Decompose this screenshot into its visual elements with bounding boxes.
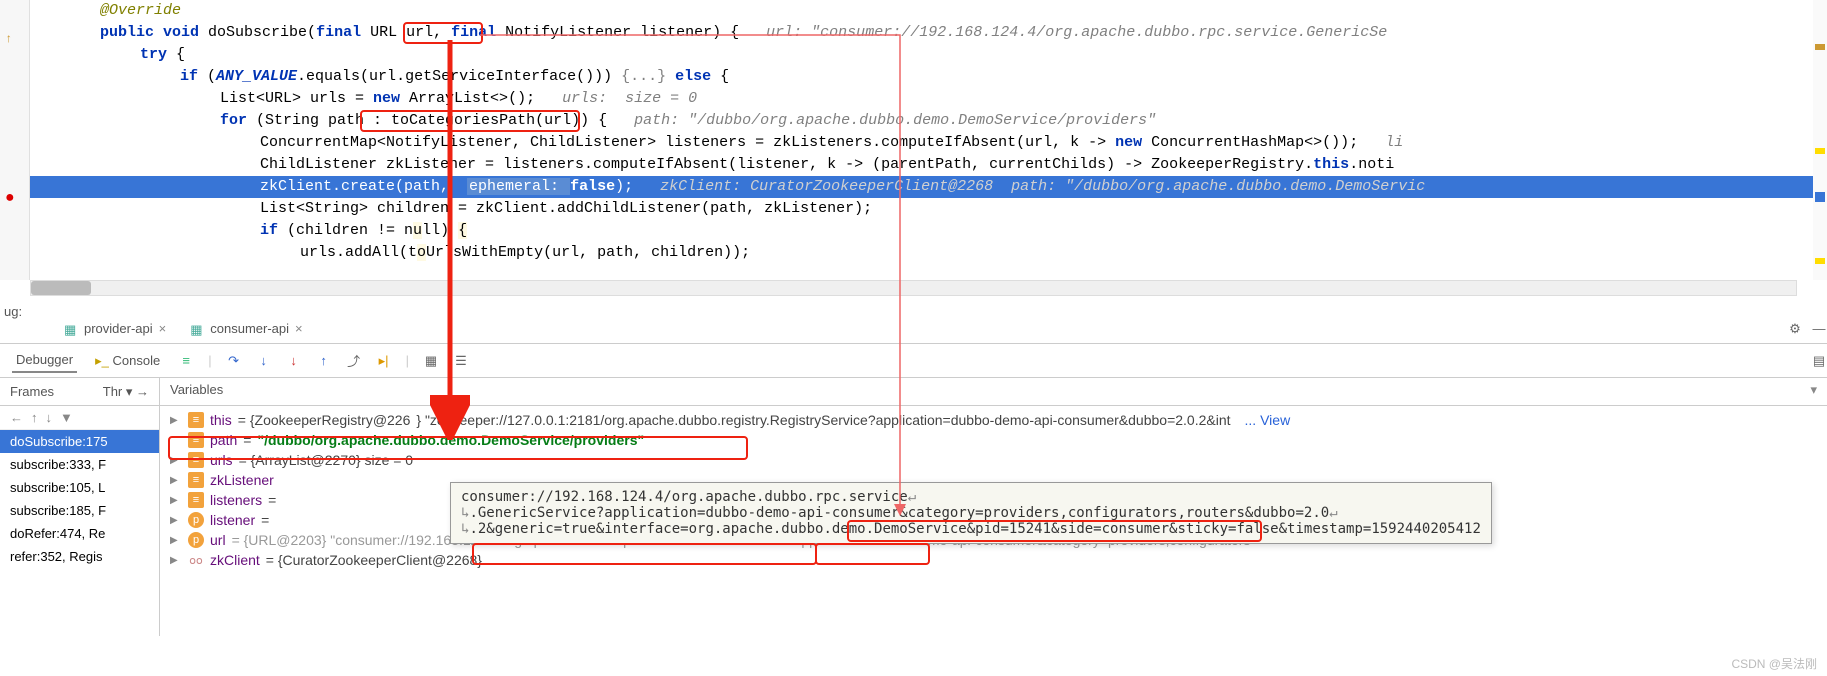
minimize-icon[interactable]: — xyxy=(1811,321,1827,337)
filter-icon[interactable]: ▼ xyxy=(60,410,73,425)
tab-debugger[interactable]: Debugger xyxy=(12,348,77,373)
debug-tabs: ▦ provider-api × ▦ consumer-api × ⚙ — xyxy=(0,314,1827,344)
tab-console[interactable]: ▸_ Console xyxy=(91,349,164,373)
frame-item[interactable]: doSubscribe:175 xyxy=(0,430,159,453)
debug-label: ug: xyxy=(0,300,26,323)
marks-gutter xyxy=(1813,0,1827,280)
run-icon: ▦ xyxy=(190,322,204,336)
frame-item[interactable]: doRefer:474, Re xyxy=(0,522,159,545)
watermark: CSDN @吴法刚 xyxy=(1731,655,1817,672)
var-row-path[interactable]: ≡path = "/dubbo/org.apache.dubbo.demo.De… xyxy=(160,430,1827,450)
tab-consumer-api[interactable]: ▦ consumer-api × xyxy=(182,314,310,343)
trace-icon[interactable]: ☰ xyxy=(453,353,469,369)
breakpoint-icon[interactable]: ● xyxy=(5,187,15,209)
tab-label: provider-api xyxy=(84,321,153,336)
frame-item[interactable]: subscribe:185, F xyxy=(0,499,159,522)
frame-item[interactable]: refer:352, Regis xyxy=(0,545,159,568)
panel-headers: FramesThr ▾ → Variables ▾ xyxy=(0,378,1827,406)
step-over-icon[interactable]: ↷ xyxy=(226,353,242,369)
var-row[interactable]: ▶≡urls = {ArrayList@2270} size = 0 xyxy=(160,450,1827,470)
value-tooltip: consumer://192.168.124.4/org.apache.dubb… xyxy=(450,482,1492,544)
debugger-toolbar: Debugger ▸_ Console ≡ | ↷ ↓ ↓ ↑ ⤴ ▸| | ▦… xyxy=(0,344,1827,378)
threads-icon[interactable]: ≡ xyxy=(178,353,194,369)
code-editor[interactable]: ↑ ● @Override public void doSubscribe(fi… xyxy=(0,0,1827,280)
annotation: @Override xyxy=(100,2,181,19)
override-icon: ↑ xyxy=(5,28,12,50)
variables-panel[interactable]: ▶≡this = {ZookeeperRegistry@226} "zookee… xyxy=(160,406,1827,636)
close-icon[interactable]: × xyxy=(295,321,303,336)
chevron-down-icon[interactable]: ▾ xyxy=(1800,378,1827,405)
param-url: URL url xyxy=(370,24,433,41)
evaluate-icon[interactable]: ▦ xyxy=(423,353,439,369)
frame-item[interactable]: subscribe:105, L xyxy=(0,476,159,499)
variables-header: Variables xyxy=(160,378,233,405)
layout-icon[interactable]: ▤ xyxy=(1811,353,1827,369)
step-into-icon[interactable]: ↓ xyxy=(256,353,272,369)
close-icon[interactable]: × xyxy=(159,321,167,336)
frames-panel[interactable]: ← ↑ ↓ ▼ doSubscribe:175 subscribe:333, F… xyxy=(0,406,160,636)
run-to-cursor-icon[interactable]: ▸| xyxy=(376,353,392,369)
view-link[interactable]: ... View xyxy=(1245,412,1291,428)
force-step-into-icon[interactable]: ↓ xyxy=(286,353,302,369)
current-line: zkClient.create(path, ephemeral: false);… xyxy=(30,176,1827,198)
tab-provider-api[interactable]: ▦ provider-api × xyxy=(56,314,174,343)
var-row[interactable]: ▶օօzkClient = {CuratorZookeeperClient@22… xyxy=(160,550,1827,570)
frame-item[interactable]: subscribe:333, F xyxy=(0,453,159,476)
drop-frame-icon[interactable]: ⤴ xyxy=(346,353,362,369)
tab-label: consumer-api xyxy=(210,321,289,336)
gear-icon[interactable]: ⚙ xyxy=(1787,321,1803,337)
next-frame-icon[interactable]: ↑ xyxy=(31,410,38,425)
method-call: toCategoriesPath(url) xyxy=(391,112,580,129)
gutter: ↑ ● xyxy=(0,0,30,280)
prev-frame-icon[interactable]: ← xyxy=(10,410,23,425)
down-frame-icon[interactable]: ↓ xyxy=(46,410,53,425)
horizontal-scrollbar[interactable] xyxy=(30,280,1797,296)
run-icon: ▦ xyxy=(64,322,78,336)
var-row[interactable]: ▶≡this = {ZookeeperRegistry@226} "zookee… xyxy=(160,410,1827,430)
frames-header: Frames xyxy=(10,384,54,399)
step-out-icon[interactable]: ↑ xyxy=(316,353,332,369)
